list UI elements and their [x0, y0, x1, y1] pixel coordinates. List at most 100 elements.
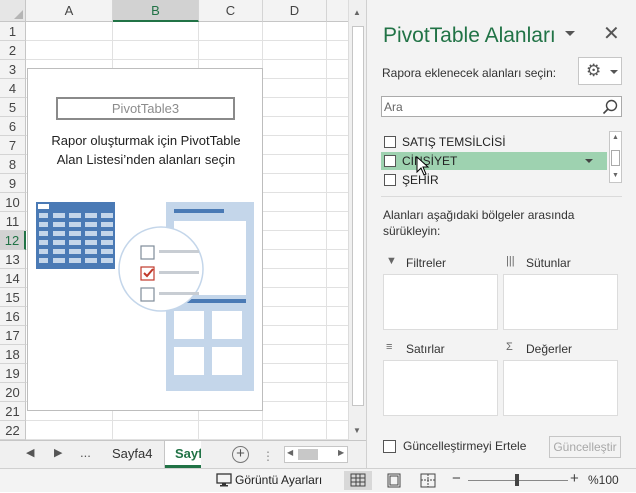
- move-cursor-icon: [416, 156, 430, 176]
- row-header-1[interactable]: 1: [0, 22, 26, 41]
- field-list-scrollbar[interactable]: ▲ ▼: [609, 131, 622, 183]
- columns-drop-zone[interactable]: [503, 274, 618, 330]
- pivot-table-name: PivotTable3: [56, 97, 235, 120]
- row-gridline: [26, 40, 348, 41]
- page-layout-icon: [387, 473, 401, 488]
- row-header-22[interactable]: 22: [0, 421, 26, 440]
- scroll-up-icon[interactable]: ▲: [353, 8, 361, 17]
- filter-icon: ▼: [386, 255, 397, 267]
- prev-sheet-icon[interactable]: ◀: [26, 446, 34, 459]
- row-header-3[interactable]: 3: [0, 60, 26, 79]
- row-header-13[interactable]: 13: [0, 250, 26, 269]
- tab-split-handle[interactable]: ⋮: [262, 449, 274, 463]
- field-list-scroll-thumb[interactable]: [611, 150, 620, 166]
- row-header-15[interactable]: 15: [0, 288, 26, 307]
- row-header-19[interactable]: 19: [0, 364, 26, 383]
- search-icon[interactable]: [602, 99, 618, 115]
- row-header-9[interactable]: 9: [0, 174, 26, 193]
- columns-area-label: Sütunlar: [526, 256, 571, 270]
- filters-area-label: Filtreler: [406, 256, 447, 270]
- column-header-d[interactable]: D: [263, 0, 327, 22]
- drag-fields-label: Alanları aşağıdaki bölgeler arasında sür…: [383, 208, 575, 238]
- scroll-down-icon[interactable]: ▼: [353, 426, 361, 435]
- field-search-box[interactable]: [381, 96, 622, 117]
- more-sheets-ellipsis[interactable]: ...: [80, 445, 91, 460]
- field-search-input[interactable]: [384, 98, 594, 115]
- field-list: SATIŞ TEMSİLCİSİ CİNSİYET ŞEHİR ▲ ▼: [381, 131, 622, 188]
- scroll-left-icon[interactable]: ◀: [287, 448, 293, 457]
- sheet-tab-active[interactable]: Sayfa5: [165, 441, 201, 468]
- pivot-table-placeholder[interactable]: PivotTable3 Rapor oluşturmak için PivotT…: [27, 68, 263, 411]
- vertical-scrollbar[interactable]: ▲ ▼: [348, 0, 366, 440]
- pane-divider: [381, 196, 622, 197]
- row-header-6[interactable]: 6: [0, 117, 26, 136]
- next-sheet-icon[interactable]: ▶: [54, 446, 62, 459]
- page-layout-view-button[interactable]: [380, 471, 408, 490]
- field-checkbox[interactable]: [384, 155, 396, 167]
- row-header-16[interactable]: 16: [0, 307, 26, 326]
- horizontal-scroll-thumb[interactable]: [298, 449, 318, 460]
- field-checkbox[interactable]: [384, 174, 396, 186]
- pivot-instructions-line2: Alan Listesi’nden alanları seçin: [56, 152, 236, 167]
- zoom-level[interactable]: %100: [588, 473, 619, 487]
- scroll-right-icon[interactable]: ▶: [338, 448, 344, 457]
- sheet-tab-sayfa4[interactable]: Sayfa4: [100, 441, 166, 468]
- rows-area-label: Satırlar: [406, 342, 445, 356]
- zoom-in-button[interactable]: +: [570, 470, 579, 487]
- field-label: SATIŞ TEMSİLCİSİ: [402, 135, 506, 149]
- row-header-21[interactable]: 21: [0, 402, 26, 421]
- select-all-corner[interactable]: [0, 0, 26, 22]
- column-gridline: [326, 22, 327, 440]
- row-header-12[interactable]: 12: [0, 231, 26, 250]
- worksheet-grid[interactable]: A B C D 1 2 3 4 5 6 7 8 9 10 11 12 13 14 15 16 17 18 19 20 2…: [0, 0, 348, 440]
- row-header-2[interactable]: 2: [0, 41, 26, 60]
- choose-fields-label: Rapora eklenecek alanları seçin:: [382, 66, 557, 80]
- values-drop-zone[interactable]: [503, 360, 618, 416]
- column-header-e[interactable]: [327, 0, 348, 22]
- row-header-4[interactable]: 4: [0, 79, 26, 98]
- field-item-satis-temsilcisi[interactable]: SATIŞ TEMSİLCİSİ: [381, 133, 607, 151]
- row-header-8[interactable]: 8: [0, 155, 26, 174]
- columns-icon: |||: [506, 255, 515, 267]
- scroll-down-icon[interactable]: ▼: [612, 172, 619, 179]
- pane-options-chevron-icon[interactable]: [565, 31, 575, 36]
- pivot-illustration-icon: [36, 202, 254, 391]
- column-header-b[interactable]: B: [113, 0, 199, 22]
- row-header-11[interactable]: 11: [0, 212, 26, 231]
- normal-view-icon: [350, 473, 366, 487]
- column-header-c[interactable]: C: [199, 0, 263, 22]
- defer-update-checkbox[interactable]: [383, 440, 396, 453]
- normal-view-button[interactable]: [344, 471, 372, 490]
- pivot-field-list-pane: PivotTable Alanları ✕ Rapora eklenecek a…: [366, 0, 636, 468]
- close-icon[interactable]: ✕: [603, 21, 620, 46]
- vertical-scroll-thumb[interactable]: [352, 26, 364, 406]
- row-header-10[interactable]: 10: [0, 193, 26, 212]
- sheet-tab-bar: ◀ ▶ ... Sayfa4 Sayfa5 + ⋮ ◀ ▶: [0, 440, 366, 468]
- pivot-instructions-line1: Rapor oluşturmak için PivotTable: [51, 133, 241, 148]
- status-bar: Görüntü Ayarları − + %100: [0, 468, 636, 492]
- display-settings-label: Görüntü Ayarları: [235, 473, 323, 487]
- pane-title: PivotTable Alanları: [383, 24, 556, 47]
- field-list-settings-button[interactable]: ⚙: [578, 57, 622, 85]
- values-area-label: Değerler: [526, 342, 573, 356]
- defer-update-label: Güncelleştirmeyi Ertele: [403, 439, 527, 453]
- horizontal-scrollbar[interactable]: ◀ ▶: [284, 446, 348, 463]
- filters-drop-zone[interactable]: [383, 274, 498, 330]
- column-header-a[interactable]: A: [26, 0, 113, 22]
- field-dropdown-icon[interactable]: [585, 159, 593, 163]
- row-header-17[interactable]: 17: [0, 326, 26, 345]
- zoom-slider-thumb[interactable]: [515, 474, 519, 486]
- update-button[interactable]: Güncelleştir: [549, 436, 621, 458]
- field-checkbox[interactable]: [384, 136, 396, 148]
- row-header-20[interactable]: 20: [0, 383, 26, 402]
- add-sheet-icon[interactable]: +: [232, 446, 249, 463]
- row-header-7[interactable]: 7: [0, 136, 26, 155]
- display-settings-icon: [216, 473, 232, 487]
- row-header-18[interactable]: 18: [0, 345, 26, 364]
- rows-drop-zone[interactable]: [383, 360, 498, 416]
- scroll-up-icon[interactable]: ▲: [612, 134, 619, 141]
- row-header-14[interactable]: 14: [0, 269, 26, 288]
- zoom-out-button[interactable]: −: [452, 470, 461, 487]
- row-header-5[interactable]: 5: [0, 98, 26, 117]
- page-break-view-button[interactable]: [414, 471, 442, 490]
